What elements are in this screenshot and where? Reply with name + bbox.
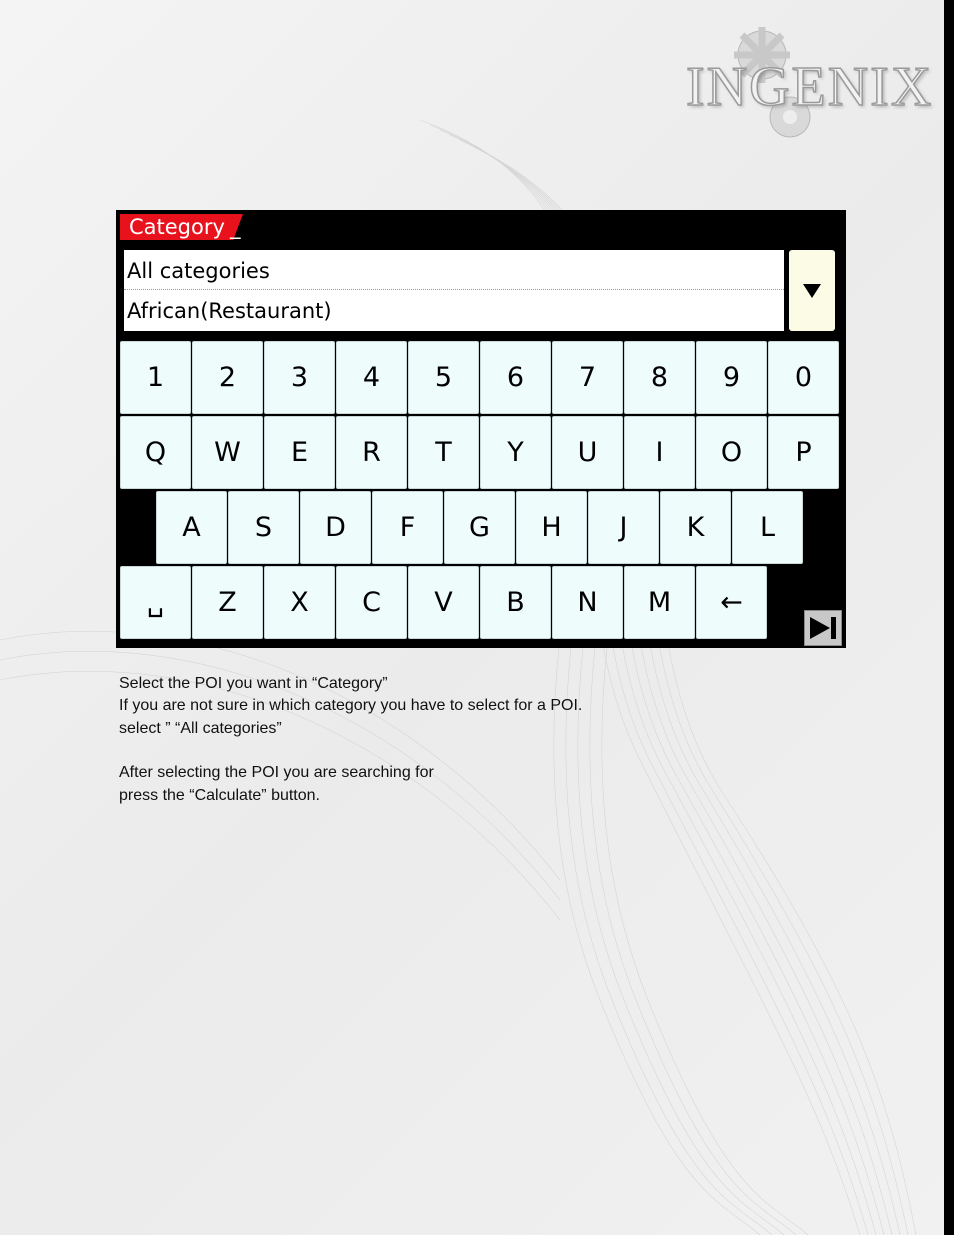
ingenix-logo: INGENIX bbox=[680, 25, 932, 140]
category-list: All categories African(Restaurant) bbox=[124, 250, 784, 331]
instruction-line-2: If you are not sure in which category yo… bbox=[119, 697, 583, 715]
next-button[interactable] bbox=[804, 610, 842, 646]
list-item-all-categories[interactable]: All categories bbox=[124, 250, 784, 290]
key-e[interactable]: E bbox=[264, 416, 335, 489]
key-space[interactable]: ␣ bbox=[120, 566, 191, 639]
key-u[interactable]: U bbox=[552, 416, 623, 489]
key-w[interactable]: W bbox=[192, 416, 263, 489]
key-b[interactable]: B bbox=[480, 566, 551, 639]
key-x[interactable]: X bbox=[264, 566, 335, 639]
key-m[interactable]: M bbox=[624, 566, 695, 639]
instruction-line-5: press the “Calculate” button. bbox=[119, 786, 320, 804]
key-k[interactable]: K bbox=[660, 491, 731, 564]
key-v[interactable]: V bbox=[408, 566, 479, 639]
dropdown-button[interactable] bbox=[789, 250, 835, 331]
navigation-device-screen: Category _ All categories African(Restau… bbox=[116, 210, 846, 648]
key-h[interactable]: H bbox=[516, 491, 587, 564]
key-n[interactable]: N bbox=[552, 566, 623, 639]
key-1[interactable]: 1 bbox=[120, 341, 191, 414]
key-r[interactable]: R bbox=[336, 416, 407, 489]
instruction-line-3: select ” “All categories” bbox=[119, 719, 282, 737]
key-6[interactable]: 6 bbox=[480, 341, 551, 414]
key-i[interactable]: I bbox=[624, 416, 695, 489]
key-9[interactable]: 9 bbox=[696, 341, 767, 414]
key-z[interactable]: Z bbox=[192, 566, 263, 639]
instruction-line-4: After selecting the POI you are searchin… bbox=[119, 764, 434, 782]
key-7[interactable]: 7 bbox=[552, 341, 623, 414]
key-o[interactable]: O bbox=[696, 416, 767, 489]
key-8[interactable]: 8 bbox=[624, 341, 695, 414]
key-3[interactable]: 3 bbox=[264, 341, 335, 414]
key-s[interactable]: S bbox=[228, 491, 299, 564]
key-f[interactable]: F bbox=[372, 491, 443, 564]
list-item-african-restaurant[interactable]: African(Restaurant) bbox=[124, 290, 784, 330]
key-y[interactable]: Y bbox=[480, 416, 551, 489]
page-edge-bar bbox=[944, 0, 954, 1235]
key-2[interactable]: 2 bbox=[192, 341, 263, 414]
key-d[interactable]: D bbox=[300, 491, 371, 564]
key-backspace[interactable]: ← bbox=[696, 566, 767, 639]
text-cursor: _ bbox=[230, 215, 241, 239]
key-q[interactable]: Q bbox=[120, 416, 191, 489]
instructions-text: Select the POI you want in “Category” If… bbox=[119, 673, 679, 807]
key-c[interactable]: C bbox=[336, 566, 407, 639]
key-l[interactable]: L bbox=[732, 491, 803, 564]
key-0[interactable]: 0 bbox=[768, 341, 839, 414]
logo-text: INGENIX bbox=[685, 55, 934, 119]
key-j[interactable]: J bbox=[588, 491, 659, 564]
key-5[interactable]: 5 bbox=[408, 341, 479, 414]
skip-forward-icon bbox=[810, 617, 836, 639]
key-p[interactable]: P bbox=[768, 416, 839, 489]
category-label: Category bbox=[120, 214, 243, 240]
key-g[interactable]: G bbox=[444, 491, 515, 564]
key-4[interactable]: 4 bbox=[336, 341, 407, 414]
key-t[interactable]: T bbox=[408, 416, 479, 489]
key-a[interactable]: A bbox=[156, 491, 227, 564]
triangle-down-icon bbox=[803, 283, 821, 298]
instruction-line-1: Select the POI you want in “Category” bbox=[119, 675, 388, 692]
